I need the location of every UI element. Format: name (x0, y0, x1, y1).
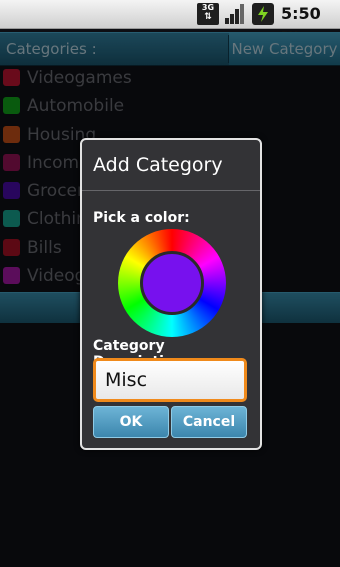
signal-strength-icon (225, 4, 244, 24)
clock-time: 5:50 (281, 4, 321, 23)
network-label: 3G (201, 3, 215, 12)
status-bar: 3G ⇅ 5:50 PM (0, 0, 340, 41)
category-description-input[interactable]: Misc (93, 358, 247, 402)
pick-color-label: Pick a color: (93, 210, 190, 226)
dialog-divider (82, 190, 260, 191)
network-3g-icon: 3G ⇅ (197, 3, 219, 25)
cancel-button[interactable]: Cancel (171, 406, 247, 438)
dialog-title: Add Category (93, 154, 223, 176)
selected-color-button[interactable] (140, 251, 204, 315)
add-category-dialog: Add Category Pick a color: Category Desc… (80, 138, 262, 450)
ok-button[interactable]: OK (93, 406, 169, 438)
color-wheel[interactable] (118, 229, 226, 337)
battery-icon (252, 3, 274, 25)
